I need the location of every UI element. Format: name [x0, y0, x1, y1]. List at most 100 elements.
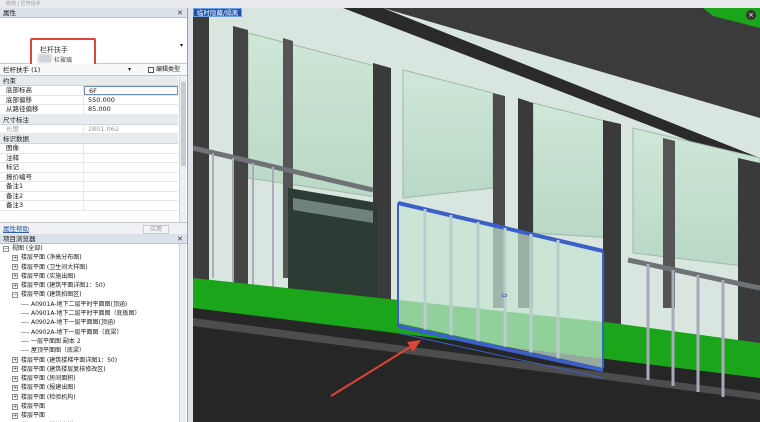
tree-item-label: 楼层平面 (建筑拍图区)	[21, 291, 82, 299]
edit-type-button[interactable]: 编辑类型	[146, 65, 182, 75]
browser-scrollbar[interactable]	[179, 244, 186, 422]
property-row: 标记	[0, 163, 178, 173]
tree-item[interactable]: A0902A-地下一层平面图(顶涵)	[0, 318, 187, 327]
tree-item-label: 楼层平面	[21, 403, 46, 411]
tree-item[interactable]: + 楼层平面 (卫生间大样图)	[0, 263, 187, 272]
tree-item-label: 楼层平面 (房间面积)	[21, 375, 76, 383]
tree-item-label: A0902A-地下一层平面图（底梁）	[31, 328, 123, 336]
property-value-field[interactable]	[84, 163, 178, 172]
property-value-field[interactable]: 6F	[84, 86, 178, 95]
tree-item[interactable]: + 楼层平面 (检验机构)	[0, 393, 187, 402]
tree-item-label: 楼层平面 (卫生间大样图)	[21, 263, 88, 271]
tree-item[interactable]: + 楼层平面	[0, 411, 187, 420]
expand-icon[interactable]: +	[12, 282, 18, 289]
tree-item[interactable]: − 视图 (全部)	[0, 244, 187, 253]
expand-icon[interactable]: +	[12, 403, 18, 410]
blurred-preview	[38, 54, 52, 63]
collapse-icon[interactable]: −	[3, 245, 9, 252]
tree-item-label: A0901A-地下二层平时平面图（底板图）	[31, 310, 141, 318]
tree-item-label: A0901A-地下二层平时平面图(顶涵)	[31, 300, 128, 308]
expand-icon[interactable]: +	[12, 357, 18, 364]
property-value-field: 2801.062	[88, 124, 120, 133]
tree-item-label: 一层平面图 副本 2	[31, 337, 81, 345]
temporary-hide-isolate-label: 临时隐藏/隔离	[193, 8, 243, 17]
tree-item[interactable]: + 楼层平面 (报建出图)	[0, 383, 187, 392]
tree-item[interactable]: + 楼层平面 (建筑楼梯平面详图1：50)	[0, 356, 187, 365]
properties-header: 属性 ✕	[0, 8, 187, 18]
properties-scrollbar[interactable]	[179, 76, 186, 222]
collapse-icon[interactable]: −	[12, 291, 18, 298]
type-selector[interactable]: 栏杆扶手 栏玻璃 ▾	[0, 18, 187, 70]
properties-help-link[interactable]: 属性帮助	[3, 225, 29, 233]
tree-item-label: 楼层平面 (净高分布图)	[21, 254, 82, 262]
project-browser-header: 项目浏览器 ✕	[0, 234, 187, 244]
left-pane: 属性 ✕ 栏杆扶手 栏玻璃 ▾ 栏杆扶手 (1) ▾ 编辑类型 约束 底部标高 6F…	[0, 8, 188, 422]
window-title-bar: 修改 | 栏杆扶手	[0, 0, 760, 8]
expand-icon[interactable]: +	[12, 412, 18, 419]
tree-item[interactable]: + 楼层平面 (净高分布图)	[0, 253, 187, 262]
tree-item-label: 视图 (全部)	[12, 245, 43, 252]
tree-item[interactable]: A0901A-地下二层平时平面图(顶涵)	[0, 300, 187, 309]
tree-item[interactable]: − 楼层平面 (建筑拍图区)	[0, 290, 187, 299]
property-value-field[interactable]: 85.000	[84, 105, 178, 114]
property-section-header[interactable]: 标识数据	[0, 134, 178, 144]
close-icon[interactable]: ✕	[177, 234, 183, 244]
tree-connector	[21, 340, 29, 342]
tree-item[interactable]: + 楼层平面	[0, 402, 187, 411]
expand-icon[interactable]: +	[12, 394, 18, 401]
tree-item[interactable]: + 楼层平面 (建筑楼层复核修改区)	[0, 365, 187, 374]
tree-item[interactable]: + 楼层平面 (建筑平面详图1：50)	[0, 281, 187, 290]
window-title: 修改 | 栏杆扶手	[6, 1, 41, 7]
property-row: 备注2	[0, 191, 178, 201]
property-value-field[interactable]	[84, 201, 178, 210]
property-row: 图像	[0, 144, 178, 154]
property-section-header[interactable]: 约束	[0, 76, 178, 86]
instance-filter[interactable]: 栏杆扶手 (1) ▾ 编辑类型	[0, 64, 187, 76]
tree-item[interactable]: + 楼层平面 (房间面积)	[0, 374, 187, 383]
property-section-header[interactable]: 尺寸标注	[0, 114, 178, 125]
expand-icon[interactable]: +	[12, 384, 18, 391]
property-row: 长度 2801.062	[0, 124, 178, 134]
chevron-down-icon[interactable]: ▾	[180, 42, 183, 49]
tree-item-label: 楼层平面 (检验机构)	[21, 393, 76, 401]
edit-type-label: 编辑类型	[156, 66, 181, 73]
project-browser-tree: − 视图 (全部) + 楼层平面 (净高分布图) + 楼层平面 (卫生间大样图) + 楼层平面…	[0, 244, 187, 422]
tree-item-label: 屋顶平面图（底梁）	[31, 347, 86, 355]
property-value-field[interactable]: 550.000	[84, 96, 178, 105]
property-key: 报价编号	[0, 172, 84, 181]
tree-item[interactable]: 一层平面图 副本 2	[0, 337, 187, 346]
expand-icon[interactable]: +	[12, 375, 18, 382]
tree-item[interactable]: A0901A-地下二层平时平面图（底板图）	[0, 309, 187, 318]
expand-icon[interactable]: +	[12, 366, 18, 373]
3d-viewport[interactable]: ⇔ 临时隐藏/隔离 ×	[193, 8, 760, 422]
tree-item-label: 楼层平面 (建筑楼梯平面详图1：50)	[21, 356, 118, 364]
tree-item[interactable]: A0902A-地下一层平面图（底梁）	[0, 328, 187, 337]
expand-icon[interactable]: +	[12, 264, 18, 271]
apply-button[interactable]: 应用	[143, 225, 169, 234]
property-key: 图像	[0, 144, 84, 153]
property-value-field[interactable]	[84, 154, 178, 163]
expand-icon[interactable]: +	[12, 273, 18, 280]
edit-type-icon	[148, 66, 154, 73]
tree-connector	[21, 322, 29, 324]
property-value-field[interactable]	[84, 144, 178, 153]
property-value-field[interactable]	[84, 182, 178, 191]
chevron-down-icon[interactable]: ▾	[128, 64, 131, 76]
property-value-field[interactable]	[84, 192, 178, 201]
tree-item[interactable]: 屋顶平面图（底梁）	[0, 346, 187, 355]
property-key: 长度	[0, 124, 84, 133]
tree-item[interactable]: + 楼层平面 (实施出图)	[0, 272, 187, 281]
property-row: 底部偏移 550.000	[0, 95, 178, 105]
properties-title: 属性	[3, 9, 16, 17]
model-view-canvas[interactable]: ⇔	[193, 8, 760, 422]
property-value-field[interactable]	[84, 173, 178, 182]
tree-item-label: A0902A-地下一层平面图(顶涵)	[31, 319, 116, 327]
close-icon[interactable]: ✕	[177, 8, 183, 18]
property-key: 备注1	[0, 182, 84, 191]
expand-icon[interactable]: +	[12, 254, 18, 261]
property-row: 备注1	[0, 182, 178, 192]
property-key: 从路径偏移	[0, 105, 84, 114]
tree-connector	[21, 331, 29, 333]
close-icon[interactable]: ×	[746, 10, 756, 20]
property-key: 标记	[0, 163, 84, 172]
